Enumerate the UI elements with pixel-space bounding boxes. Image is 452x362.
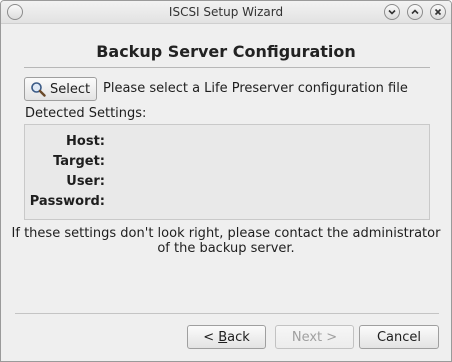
back-button[interactable]: < Back xyxy=(187,325,266,349)
heading-divider xyxy=(24,67,430,68)
wizard-window: ISCSI Setup Wizard Backup Server Configu… xyxy=(0,0,452,362)
chevron-down-icon xyxy=(388,9,396,15)
close-icon xyxy=(434,8,442,16)
detected-settings-label: Detected Settings: xyxy=(25,106,147,121)
next-button-label: Next > xyxy=(291,329,338,345)
next-button[interactable]: Next > xyxy=(275,325,354,349)
footer-divider xyxy=(15,313,439,314)
settings-note: If these settings don't look right, plea… xyxy=(1,226,451,256)
cancel-button-label: Cancel xyxy=(376,329,422,345)
instruction-text: Please select a Life Preserver configura… xyxy=(103,81,408,96)
back-button-mnemonic: B xyxy=(218,329,228,345)
maximize-button[interactable] xyxy=(407,4,423,20)
select-button-label: Select xyxy=(50,81,91,97)
page-heading: Backup Server Configuration xyxy=(96,42,356,61)
settings-note-line2: of the backup server. xyxy=(157,241,295,256)
back-button-prefix: < xyxy=(203,329,219,345)
host-label: Host: xyxy=(66,134,105,149)
magnifier-icon xyxy=(31,82,46,97)
detected-settings-panel: Host: Target: User: Password: xyxy=(24,124,430,220)
minimize-button[interactable] xyxy=(384,4,400,20)
chevron-up-icon xyxy=(411,9,419,15)
close-button[interactable] xyxy=(430,4,446,20)
title-bar[interactable]: ISCSI Setup Wizard xyxy=(1,1,451,24)
user-label: User: xyxy=(66,174,105,189)
select-file-button[interactable]: Select xyxy=(24,77,97,101)
cancel-button[interactable]: Cancel xyxy=(359,325,439,349)
password-label: Password: xyxy=(29,194,105,209)
target-label: Target: xyxy=(53,154,105,169)
back-button-rest: ack xyxy=(227,329,250,345)
settings-note-line1: If these settings don't look right, plea… xyxy=(11,226,441,241)
